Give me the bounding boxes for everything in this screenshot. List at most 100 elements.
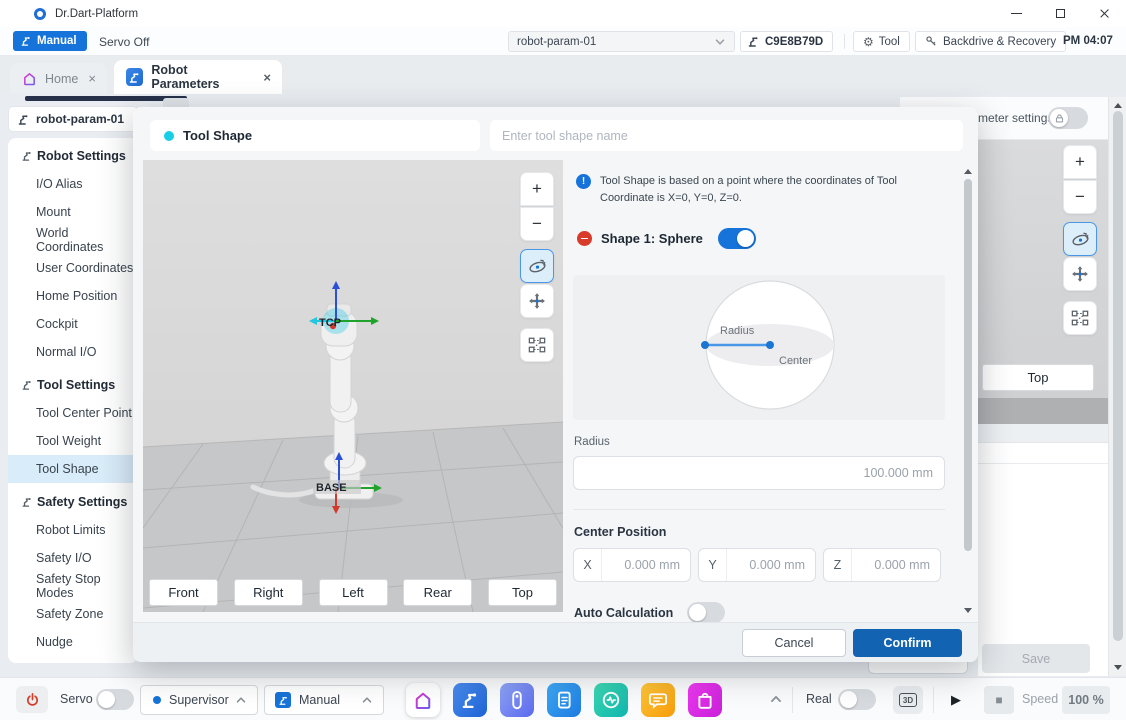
view-label: Left [342,585,364,600]
view-right-button[interactable]: Right [234,579,303,606]
sidebar-item-normal-io[interactable]: Normal I/O [8,338,138,366]
sidebar-param-header[interactable]: robot-param-01 [8,106,138,132]
app-monitor-button[interactable] [594,683,628,717]
dialog-viewport-controls: + − [520,172,554,362]
zoom-out-button[interactable]: − [520,207,554,241]
orbit-button[interactable] [520,249,554,283]
cancel-button[interactable]: Cancel [742,629,846,657]
bottom-status-bar: Servo Supervisor Manual Real 3D ▶ ■ Spee… [0,677,1126,720]
dialog-footer: Cancel Confirm [133,622,978,662]
play-button[interactable]: ▶ [941,686,971,714]
measure-button[interactable] [1063,301,1097,335]
sidebar-item-tool-weight[interactable]: Tool Weight [8,427,138,455]
tab-bar: Home × Robot Parameters × [0,56,1126,94]
center-z-input[interactable] [852,558,940,572]
robot-mode-dropdown[interactable]: Manual [264,685,384,715]
orbit-button[interactable] [1063,222,1097,256]
tool-button[interactable]: ⚙ Tool [853,31,910,52]
speed-value[interactable]: 100 % [1062,686,1110,714]
power-button[interactable] [16,686,48,713]
robot-3d-scene: TCP BASE [143,160,563,612]
sidebar-item-cockpit[interactable]: Cockpit [8,310,138,338]
zoom-out-button[interactable]: − [1063,180,1097,214]
param-set-value: robot-param-01 [517,36,596,48]
dialog-title: Tool Shape [183,128,252,143]
sidebar-item-io-alias[interactable]: I/O Alias [8,170,138,198]
dialog-scrollbar[interactable] [963,165,973,617]
sidebar-item-safety-zone[interactable]: Safety Zone [8,600,138,628]
app-home-button[interactable] [406,683,440,717]
radius-input[interactable] [573,456,945,490]
tab-robot-parameters-close-icon[interactable]: × [263,70,271,85]
stop-button[interactable]: ■ [984,686,1014,714]
real-mode-toggle[interactable] [838,689,876,710]
servo-toggle[interactable] [96,689,134,710]
sidebar-item-tool-center-point[interactable]: Tool Center Point [8,399,138,427]
confirm-button[interactable]: Confirm [853,629,962,657]
expand-apps-chevron-icon[interactable] [769,692,783,706]
auto-calculation-toggle[interactable] [687,602,725,622]
sidebar-item-safety-stop-modes[interactable]: Safety Stop Modes [8,572,138,600]
sidebar-item-safety-io[interactable]: Safety I/O [8,544,138,572]
pan-icon [528,292,546,310]
tab-robot-parameters[interactable]: Robot Parameters × [114,60,282,94]
info-text: Tool Shape is based on a point where the… [600,173,918,207]
remove-shape-icon[interactable] [577,231,592,246]
view-rear-button[interactable]: Rear [403,579,472,606]
zoom-in-button[interactable]: + [520,172,554,206]
sidebar-item-user-coordinates[interactable]: User Coordinates [8,254,138,282]
app-store-button[interactable] [688,683,722,717]
item-label: User Coordinates [36,261,133,275]
settings-lock-toggle[interactable] [1048,107,1088,129]
status-dot-icon [164,131,174,141]
simulator-3d-button[interactable]: 3D [893,686,923,714]
scroll-down-arrow[interactable] [964,608,972,613]
main-scrollbar[interactable] [1108,97,1126,676]
zoom-in-button[interactable]: + [1063,145,1097,179]
sidebar-item-mount[interactable]: Mount [8,198,138,226]
shape-enable-toggle[interactable] [718,228,756,249]
page-top-view-button[interactable]: Top [982,364,1094,391]
sidebar-item-home-position[interactable]: Home Position [8,282,138,310]
maximize-button[interactable] [1038,0,1082,27]
store-bag-icon [695,690,715,710]
tab-home[interactable]: Home × [10,63,107,94]
scrollbar-thumb[interactable] [964,179,972,551]
dialog-3d-viewport[interactable]: TCP BASE + − Front Right Left Rear Top [143,160,563,612]
app-jog-button[interactable] [500,683,534,717]
sidebar-item-robot-limits[interactable]: Robot Limits [8,516,138,544]
center-y-input[interactable] [727,558,815,572]
view-label: Front [168,585,198,600]
scrollbar-thumb[interactable] [1113,111,1123,641]
axis-y-label: Y [699,549,727,581]
app-task-editor-button[interactable] [547,683,581,717]
page-band [978,424,1108,442]
chat-log-icon [648,690,668,710]
scroll-down-arrow[interactable] [1114,665,1122,670]
robot-id-badge[interactable]: C9E8B79D [740,31,833,52]
tab-home-close-icon[interactable]: × [88,71,96,86]
scroll-up-arrow[interactable] [964,169,972,174]
view-left-button[interactable]: Left [319,579,388,606]
manual-mode-button[interactable]: Manual [13,31,87,51]
tool-shape-name-input[interactable] [490,120,963,151]
view-front-button[interactable]: Front [149,579,218,606]
backdrive-label: Backdrive & Recovery [943,36,1056,48]
sidebar-item-world-coordinates[interactable]: World Coordinates [8,226,138,254]
close-button[interactable] [1082,0,1126,27]
user-role-dropdown[interactable]: Supervisor [140,685,258,715]
pan-button[interactable] [1063,257,1097,291]
minimize-button[interactable] [994,0,1038,27]
pan-button[interactable] [520,284,554,318]
app-log-button[interactable] [641,683,675,717]
save-button[interactable]: Save [982,644,1090,673]
app-robot-params-button[interactable] [453,683,487,717]
view-top-button[interactable]: Top [488,579,557,606]
param-set-dropdown[interactable]: robot-param-01 [508,31,735,52]
measure-button[interactable] [520,328,554,362]
backdrive-recovery-button[interactable]: Backdrive & Recovery [915,31,1066,52]
sidebar-item-tool-shape[interactable]: Tool Shape [8,455,138,483]
sidebar-item-nudge[interactable]: Nudge [8,628,138,656]
scroll-up-arrow[interactable] [1114,103,1122,108]
center-x-input[interactable] [602,558,690,572]
